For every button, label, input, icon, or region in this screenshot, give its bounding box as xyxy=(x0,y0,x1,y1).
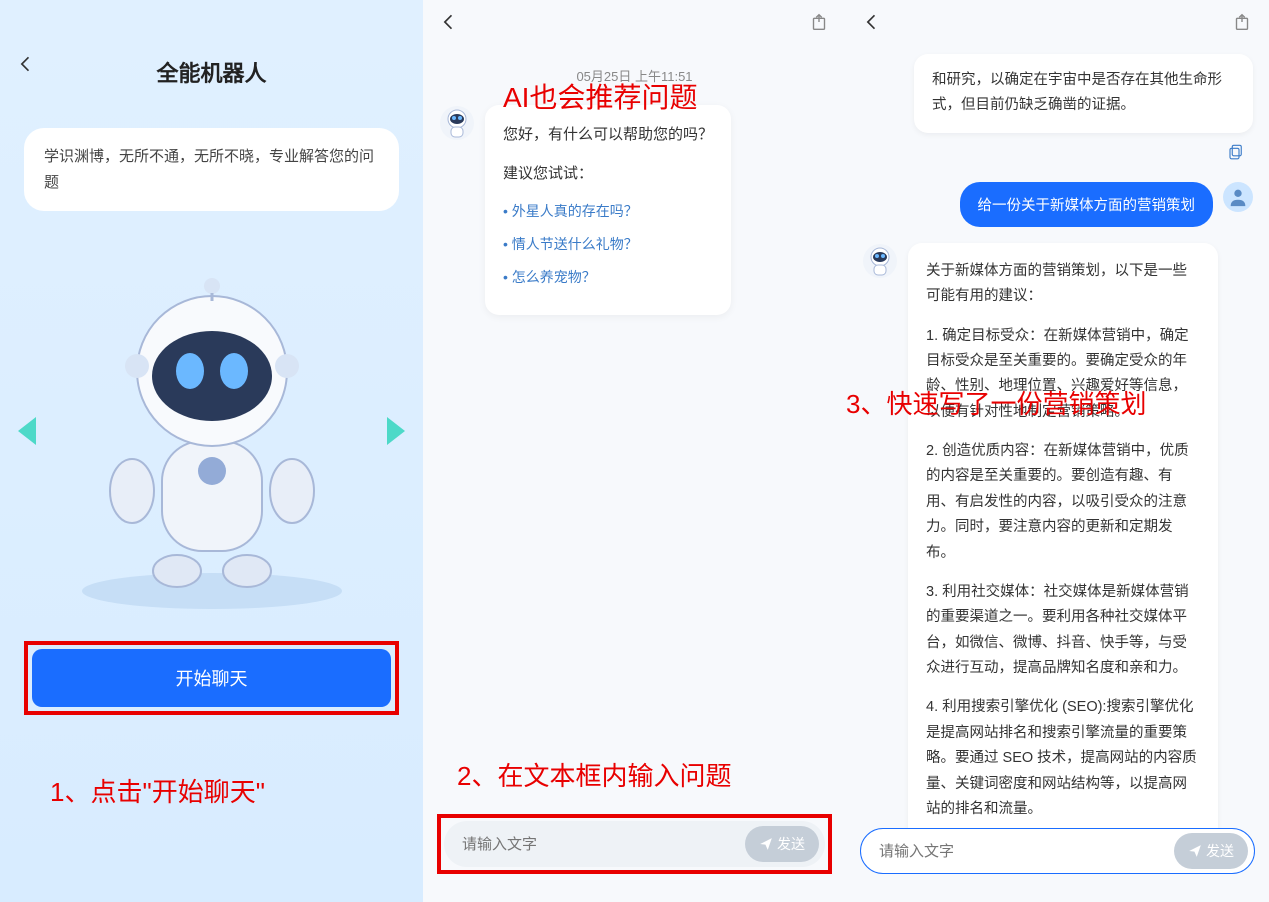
bot-point: 3. 利用社交媒体：社交媒体是新媒体营销的重要渠道之一。要利用各种社交媒体平台，… xyxy=(926,580,1200,682)
copy-icon[interactable] xyxy=(862,143,1253,166)
start-button-highlight: 开始聊天 xyxy=(24,641,399,715)
start-chat-button[interactable]: 开始聊天 xyxy=(32,649,391,707)
suggestion-link[interactable]: 怎么养宠物？ xyxy=(503,265,713,290)
send-label: 发送 xyxy=(1206,841,1234,861)
bot-intro-text: 关于新媒体方面的营销策划，以下是一些可能有用的建议： xyxy=(926,259,1200,310)
suggest-label: 建议您试试： xyxy=(503,160,713,187)
annotation-ai-suggest: AI也会推荐问题 xyxy=(503,76,697,116)
back-icon[interactable] xyxy=(862,12,882,37)
page-title: 全能机器人 xyxy=(10,56,413,88)
bot-point: 2. 创造优质内容：在新媒体营销中，优质的内容是至关重要的。要创造有趣、有用、有… xyxy=(926,439,1200,566)
carousel-next-icon[interactable] xyxy=(387,417,405,445)
send-button[interactable]: 发送 xyxy=(745,826,819,862)
greeting-text: 您好，有什么可以帮助您的吗？ xyxy=(503,121,713,148)
annotation-step-2: 2、在文本框内输入问题 xyxy=(457,756,731,793)
message-input-bar: 发送 xyxy=(444,821,825,867)
robot-image xyxy=(42,251,382,611)
robot-carousel xyxy=(10,241,413,621)
suggestion-link[interactable]: 外星人真的存在吗？ xyxy=(503,199,713,224)
message-input[interactable] xyxy=(879,843,1174,860)
description-card: 学识渊博，无所不通，无所不晓，专业解答您的问题 xyxy=(24,128,399,211)
welcome-panel: 全能机器人 学识渊博，无所不通，无所不晓，专业解答您的问题 开始聊天 1、点击"… xyxy=(0,0,423,902)
suggestion-link[interactable]: 情人节送什么礼物？ xyxy=(503,232,713,257)
bot-message-bubble: 关于新媒体方面的营销策划，以下是一些可能有用的建议： 1. 确定目标受众：在新媒… xyxy=(908,243,1218,853)
user-message-bubble: 给一份关于新媒体方面的营销策划 xyxy=(960,182,1214,227)
send-label: 发送 xyxy=(777,834,805,854)
bot-avatar-icon xyxy=(862,243,898,279)
message-input[interactable] xyxy=(462,836,745,853)
back-icon[interactable] xyxy=(16,54,36,79)
chat-suggest-panel: 05月25日 上午11:51 AI也会推荐问题 您好，有什么可以帮助您的吗？ 建… xyxy=(423,0,846,902)
bot-message-bubble: 您好，有什么可以帮助您的吗？ 建议您试试： 外星人真的存在吗？ 情人节送什么礼物… xyxy=(485,105,731,315)
send-button[interactable]: 发送 xyxy=(1174,833,1248,869)
annotation-step-3: 3、快速写了一份营销策划 xyxy=(846,384,1146,421)
share-icon[interactable] xyxy=(1231,11,1253,38)
input-highlight: 发送 xyxy=(437,814,832,874)
share-icon[interactable] xyxy=(808,11,830,38)
user-avatar-icon xyxy=(1223,182,1253,212)
chat-reply-panel: 和研究，以确定在宇宙中是否存在其他生命形式，但目前仍缺乏确凿的证据。 给一份关于… xyxy=(846,0,1269,902)
bot-point: 4. 利用搜索引擎优化 (SEO):搜索引擎优化是提高网站排名和搜索引擎流量的重… xyxy=(926,695,1200,822)
bot-avatar-icon xyxy=(439,105,475,141)
message-input-bar: 发送 xyxy=(860,828,1255,874)
annotation-step-1: 1、点击"开始聊天" xyxy=(50,772,265,809)
bot-message-bubble: 和研究，以确定在宇宙中是否存在其他生命形式，但目前仍缺乏确凿的证据。 xyxy=(914,54,1253,133)
carousel-prev-icon[interactable] xyxy=(18,417,36,445)
back-icon[interactable] xyxy=(439,12,459,37)
